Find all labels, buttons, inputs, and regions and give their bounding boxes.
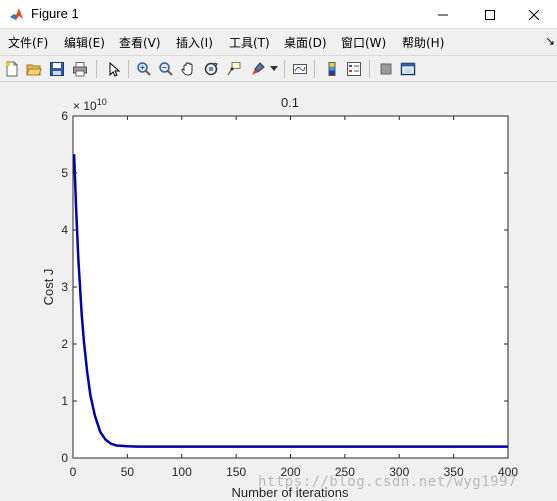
axes-box (72, 115, 509, 459)
open-file-icon[interactable] (24, 59, 44, 79)
data-cursor-icon[interactable] (224, 59, 244, 79)
toolbar-separator (369, 60, 370, 78)
brush-icon[interactable] (248, 59, 268, 79)
menu-view[interactable]: 查看(V) (119, 34, 161, 51)
title-bar: Figure 1 (0, 0, 557, 29)
toolbar-separator (96, 60, 97, 78)
menu-bar: 文件(F) 编辑(E) 查看(V) 插入(I) 工具(T) 桌面(D) 窗口(W… (0, 30, 557, 54)
toolbar-separator (284, 60, 285, 78)
brush-dropdown-icon[interactable] (268, 59, 280, 79)
edit-plot-icon[interactable] (104, 59, 124, 79)
save-icon[interactable] (47, 59, 67, 79)
y-tick-label: 4 (61, 223, 68, 237)
y-axis-label: Cost J (41, 269, 56, 306)
menu-help[interactable]: 帮助(H) (402, 34, 444, 51)
menu-file[interactable]: 文件(F) (8, 34, 48, 51)
close-button[interactable] (511, 0, 557, 29)
toolbar-separator (314, 60, 315, 78)
hide-plot-tools-icon[interactable] (376, 59, 396, 79)
x-tick-label: 50 (121, 465, 135, 479)
menu-insert[interactable]: 插入(I) (176, 34, 213, 51)
minimize-button[interactable] (420, 0, 466, 29)
y-tick-label: 2 (61, 337, 68, 351)
maximize-button[interactable] (467, 0, 513, 29)
watermark-text: https://blog.csdn.net/wyg1997 (258, 474, 517, 490)
x-tick-label: 150 (226, 465, 246, 479)
y-tick-label: 6 (61, 109, 68, 123)
print-icon[interactable] (70, 59, 90, 79)
y-tick-label: 5 (61, 166, 68, 180)
colorbar-icon[interactable] (322, 59, 342, 79)
menu-window[interactable]: 窗口(W) (341, 34, 386, 51)
toolbar-separator (128, 60, 129, 78)
show-plot-tools-icon[interactable] (398, 59, 418, 79)
x-tick-label: 100 (172, 465, 192, 479)
menu-desktop[interactable]: 桌面(D) (284, 34, 327, 51)
chart-title: 0.1 (281, 95, 299, 110)
y-tick-label: 0 (61, 451, 68, 465)
menu-tools[interactable]: 工具(T) (229, 34, 270, 51)
zoom-in-icon[interactable] (134, 59, 154, 79)
matlab-logo-icon (9, 7, 24, 22)
pan-icon[interactable] (178, 59, 198, 79)
y-tick-label: 1 (61, 394, 68, 408)
link-plot-icon[interactable] (290, 59, 310, 79)
rotate-3d-icon[interactable] (201, 59, 221, 79)
figure-toolbar (0, 55, 557, 82)
window-title: Figure 1 (31, 6, 79, 21)
legend-icon[interactable] (344, 59, 364, 79)
zoom-out-icon[interactable] (156, 59, 176, 79)
y-tick-label: 3 (61, 280, 68, 294)
plot-area[interactable]: 0123456 0 50 100 150 200 250 300 350 400 × 1010 … (0, 83, 557, 501)
menu-overflow-icon[interactable]: ↘ (545, 34, 555, 48)
new-figure-icon[interactable] (2, 59, 22, 79)
x-tick-label: 0 (70, 465, 77, 479)
menu-edit[interactable]: 编辑(E) (64, 34, 105, 51)
y-axis-exponent: × 1010 (73, 97, 107, 113)
